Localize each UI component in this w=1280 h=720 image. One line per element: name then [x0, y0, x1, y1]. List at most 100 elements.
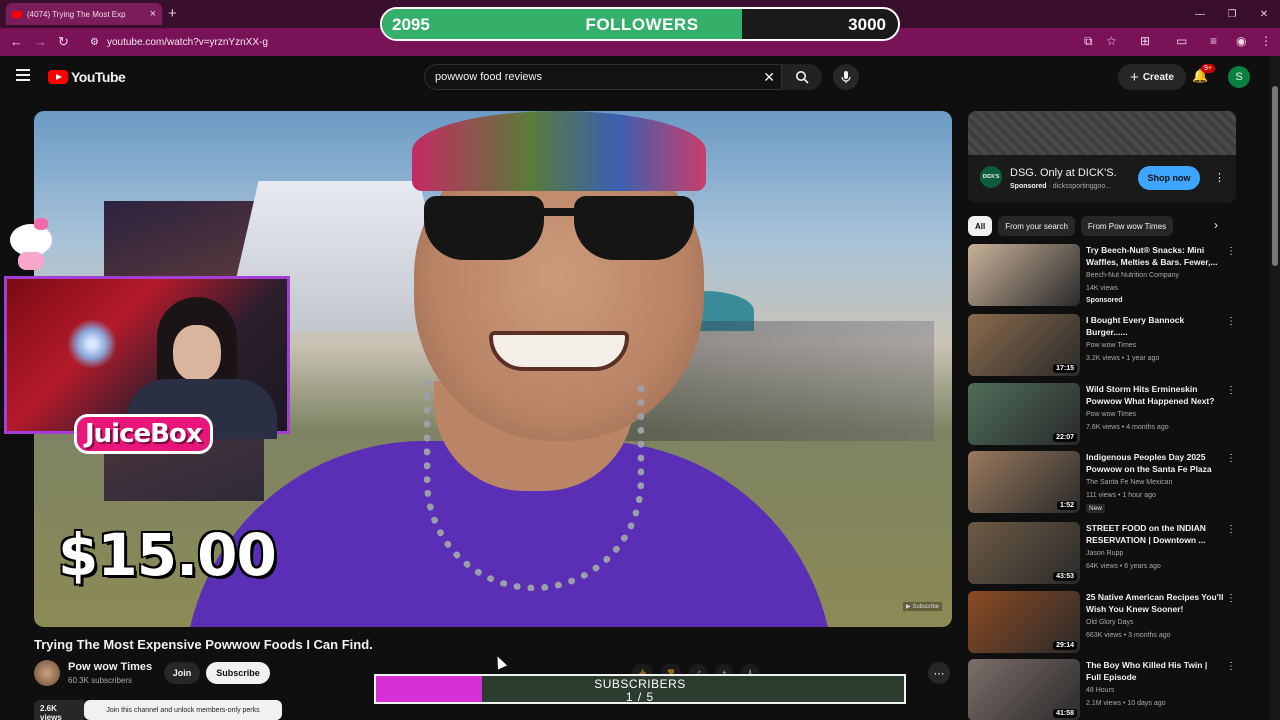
recommendation-meta: 7.6K views • 4 months ago: [1086, 424, 1169, 431]
new-badge: New: [1086, 504, 1106, 513]
plus-icon: +: [1130, 68, 1139, 86]
minimize-icon[interactable]: —: [1184, 0, 1216, 28]
new-tab-button[interactable]: +: [168, 5, 177, 22]
recommendation-channel: Jason Rupp: [1086, 550, 1124, 557]
recommendation-thumbnail[interactable]: 43:53: [968, 522, 1080, 584]
view-count: 2.6K views: [34, 700, 84, 720]
subscribe-watermark-icon[interactable]: ▶ Subscribe: [903, 602, 942, 611]
tab-title: (4074) Trying The Most Exp: [27, 9, 126, 19]
recommendation-title[interactable]: The Boy Who Killed His Twin | Full Episo…: [1086, 659, 1224, 683]
notifications-badge: 9+: [1201, 64, 1215, 73]
hello-kitty-sticker-icon: [8, 218, 54, 270]
browser-menu-icon[interactable]: ⋮: [1260, 34, 1272, 48]
recommendation-more-icon[interactable]: ⋮: [1226, 661, 1236, 672]
install-icon[interactable]: ⧉: [1084, 34, 1093, 49]
recommendation-thumbnail[interactable]: 29:14: [968, 591, 1080, 653]
subscribers-goal-bar: SUBSCRIBERS 1 / 5: [374, 674, 906, 704]
video-person-smile: [489, 331, 629, 371]
recommendation-title[interactable]: STREET FOOD on the INDIAN RESERVATION | …: [1086, 522, 1224, 546]
clear-search-icon[interactable]: ✕: [763, 69, 775, 86]
ad-more-icon[interactable]: ⋮: [1214, 171, 1225, 184]
bookmark-star-icon[interactable]: ☆: [1106, 34, 1117, 48]
subscribe-button[interactable]: Subscribe: [206, 662, 270, 684]
recommendation-more-icon[interactable]: ⋮: [1226, 316, 1236, 327]
ad-title[interactable]: DSG. Only at DICK'S.: [1010, 167, 1117, 179]
chevron-right-icon[interactable]: ›: [1214, 218, 1218, 232]
recommendation-item[interactable]: 43:53 STREET FOOD on the INDIAN RESERVATI…: [968, 522, 1236, 586]
recommendation-more-icon[interactable]: ⋮: [1226, 385, 1236, 396]
voice-search-button[interactable]: [833, 64, 859, 90]
recommendation-title[interactable]: Try Beech-Nut® Snacks: Mini Waffles, Mel…: [1086, 244, 1224, 268]
window-controls: — ❐ ✕: [1184, 0, 1280, 28]
browser-tab[interactable]: (4074) Trying The Most Exp ×: [6, 3, 162, 25]
recommendation-item[interactable]: 41:58 The Boy Who Killed His Twin | Full …: [968, 659, 1236, 720]
youtube-favicon-icon: [12, 10, 22, 18]
sponsored-ad[interactable]: DICK'S DSG. Only at DICK'S. Sponsored · …: [968, 111, 1236, 203]
create-button[interactable]: + Create: [1118, 64, 1186, 90]
account-avatar[interactable]: S: [1228, 66, 1250, 88]
cast-icon[interactable]: ▭: [1176, 34, 1187, 48]
microphone-icon: [841, 71, 851, 83]
chip-from-channel[interactable]: From Pow wow Times: [1080, 216, 1174, 236]
search-button[interactable]: [782, 64, 822, 90]
channel-subscriber-count: 60.3K subscribers: [68, 676, 133, 685]
search-icon: [796, 71, 809, 84]
recommendation-item[interactable]: 17:15 I Bought Every Bannock Burger......…: [968, 314, 1236, 378]
close-window-icon[interactable]: ✕: [1248, 0, 1280, 28]
followers-target: 3000: [848, 15, 886, 34]
mouse-cursor-icon: [492, 654, 508, 670]
recommendation-more-icon[interactable]: ⋮: [1226, 453, 1236, 464]
recommendation-thumbnail[interactable]: 22:07: [968, 383, 1080, 445]
media-icon[interactable]: ≡: [1210, 34, 1217, 48]
recommendation-meta: 3.2K views • 1 year ago: [1086, 355, 1160, 362]
recommendation-thumbnail[interactable]: 1:52: [968, 451, 1080, 513]
recommendation-more-icon[interactable]: ⋮: [1226, 593, 1236, 604]
subscribers-label: SUBSCRIBERS: [594, 677, 686, 691]
recommendation-thumbnail[interactable]: 17:15: [968, 314, 1080, 376]
scrollbar-thumb[interactable]: [1272, 86, 1278, 266]
search-input[interactable]: powwow food reviews ✕: [424, 64, 782, 90]
video-duration: 29:14: [1053, 641, 1077, 650]
recommendation-title[interactable]: 25 Native American Recipes You'll Wish Y…: [1086, 591, 1224, 615]
followers-current: 2095: [392, 15, 430, 34]
ad-logo: DICK'S: [980, 166, 1002, 188]
shop-now-button[interactable]: Shop now: [1138, 166, 1200, 190]
recommendation-item[interactable]: Try Beech-Nut® Snacks: Mini Waffles, Mel…: [968, 244, 1236, 308]
recommendation-thumbnail[interactable]: 41:58: [968, 659, 1080, 720]
recommendation-item[interactable]: 1:52 Indigenous Peoples Day 2025 Powwow o…: [968, 451, 1236, 515]
video-duration: 17:15: [1053, 364, 1077, 373]
channel-avatar[interactable]: [34, 660, 60, 686]
extensions-icon[interactable]: ⊞: [1140, 34, 1150, 48]
notifications-button[interactable]: 🔔 9+: [1192, 64, 1215, 84]
video-title: Trying The Most Expensive Powwow Foods I…: [34, 637, 373, 652]
recommendation-item[interactable]: 22:07 Wild Storm Hits Ermineskin Powwow W…: [968, 383, 1236, 447]
recommendation-channel: 48 Hours: [1086, 687, 1115, 694]
video-duration: 1:52: [1056, 501, 1077, 510]
create-label: Create: [1142, 71, 1174, 83]
recommendation-more-icon[interactable]: ⋮: [1226, 524, 1236, 535]
back-icon[interactable]: ←: [10, 34, 23, 49]
recommendation-thumbnail[interactable]: [968, 244, 1080, 306]
forward-icon[interactable]: →: [34, 34, 47, 49]
page-scrollbar[interactable]: [1270, 56, 1280, 720]
recommendation-meta: 111 views • 1 hour ago: [1086, 492, 1156, 499]
chip-from-your-search[interactable]: From your search: [998, 216, 1075, 236]
join-button[interactable]: Join: [164, 662, 200, 684]
maximize-icon[interactable]: ❐: [1216, 0, 1248, 28]
youtube-logo[interactable]: YouTube: [48, 69, 126, 85]
site-info-icon[interactable]: ⚙: [90, 37, 99, 48]
more-actions-button[interactable]: ⋯: [928, 662, 950, 684]
recommendation-title[interactable]: Indigenous Peoples Day 2025 Powwow on th…: [1086, 451, 1224, 475]
search-input-value: powwow food reviews: [435, 71, 542, 83]
channel-name[interactable]: Pow wow Times: [68, 661, 152, 673]
profile-icon[interactable]: ◉: [1236, 34, 1246, 48]
tab-close-icon[interactable]: ×: [150, 8, 156, 20]
chip-all[interactable]: All: [968, 216, 993, 236]
recommendation-more-icon[interactable]: ⋮: [1226, 246, 1236, 257]
reload-icon[interactable]: ↻: [58, 34, 69, 50]
recommendation-title[interactable]: I Bought Every Bannock Burger......: [1086, 314, 1224, 338]
streamer-webcam: [4, 276, 290, 439]
menu-icon[interactable]: [16, 69, 30, 84]
recommendation-title[interactable]: Wild Storm Hits Ermineskin Powwow What H…: [1086, 383, 1224, 407]
recommendation-item[interactable]: 29:14 25 Native American Recipes You'll W…: [968, 591, 1236, 655]
